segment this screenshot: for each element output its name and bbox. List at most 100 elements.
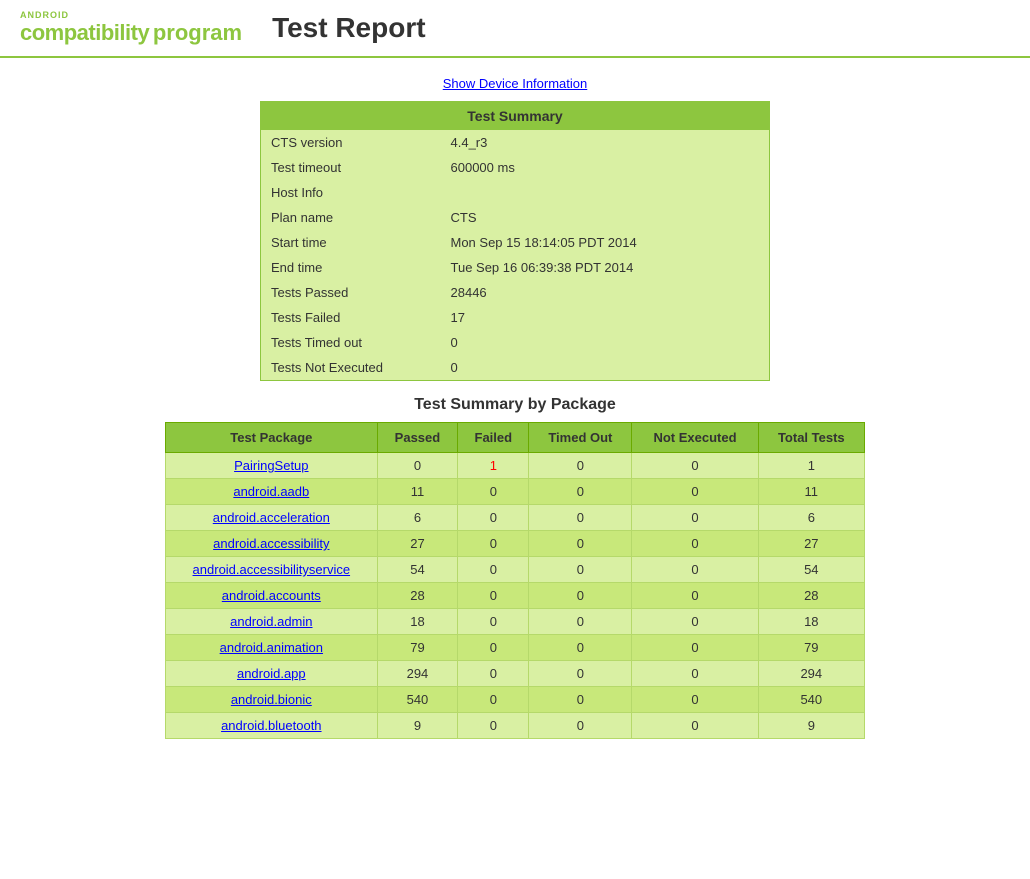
failed-cell: 0 xyxy=(458,687,529,713)
pkg-name-cell: android.acceleration xyxy=(166,505,378,531)
summary-row-label: Tests Passed xyxy=(261,280,441,305)
passed-cell: 11 xyxy=(377,479,458,505)
summary-row: End timeTue Sep 16 06:39:38 PDT 2014 xyxy=(261,255,770,280)
failed-cell: 0 xyxy=(458,635,529,661)
timedout-cell: 0 xyxy=(529,635,632,661)
pkg-name-link[interactable]: android.aadb xyxy=(233,484,309,499)
pkg-name-cell: android.aadb xyxy=(166,479,378,505)
timedout-cell: 0 xyxy=(529,479,632,505)
total-cell: 1 xyxy=(758,453,864,479)
summary-row-label: Host Info xyxy=(261,180,441,205)
pkg-name-cell: android.accessibility xyxy=(166,531,378,557)
summary-row: Tests Failed17 xyxy=(261,305,770,330)
failed-cell: 0 xyxy=(458,661,529,687)
table-row: android.app294000294 xyxy=(166,661,865,687)
failed-cell: 0 xyxy=(458,505,529,531)
summary-header-row: Test Summary xyxy=(261,102,770,131)
pkg-col-header: Passed xyxy=(377,423,458,453)
device-info-link[interactable]: Show Device Information xyxy=(443,76,588,91)
total-cell: 540 xyxy=(758,687,864,713)
total-cell: 54 xyxy=(758,557,864,583)
compatibility-label: compatibility xyxy=(20,20,149,45)
pkg-table: Test PackagePassedFailedTimed OutNot Exe… xyxy=(165,422,865,739)
total-cell: 79 xyxy=(758,635,864,661)
pkg-name-link[interactable]: PairingSetup xyxy=(234,458,308,473)
notexec-cell: 0 xyxy=(632,557,758,583)
summary-row-label: End time xyxy=(261,255,441,280)
summary-row-value: 600000 ms xyxy=(441,155,770,180)
notexec-cell: 0 xyxy=(632,531,758,557)
pkg-name-link[interactable]: android.animation xyxy=(220,640,323,655)
logo-lines: compatibility program xyxy=(20,20,242,46)
pkg-col-header: Failed xyxy=(458,423,529,453)
summary-row-value xyxy=(441,180,770,205)
timedout-cell: 0 xyxy=(529,583,632,609)
summary-row-label: Start time xyxy=(261,230,441,255)
program-label: program xyxy=(153,20,242,45)
pkg-name-link[interactable]: android.bionic xyxy=(231,692,312,707)
pkg-name-cell: android.accessibilityservice xyxy=(166,557,378,583)
pkg-name-link[interactable]: android.accounts xyxy=(222,588,321,603)
page-header: ANDROID compatibility program Test Repor… xyxy=(0,0,1030,58)
notexec-cell: 0 xyxy=(632,583,758,609)
table-row: android.acceleration60006 xyxy=(166,505,865,531)
summary-row-label: Tests Failed xyxy=(261,305,441,330)
failed-cell: 0 xyxy=(458,713,529,739)
total-cell: 27 xyxy=(758,531,864,557)
summary-row-value: 0 xyxy=(441,330,770,355)
notexec-cell: 0 xyxy=(632,479,758,505)
summary-row: Test timeout600000 ms xyxy=(261,155,770,180)
main-content: Show Device Information Test Summary CTS… xyxy=(125,58,905,749)
summary-container: Test Summary CTS version4.4_r3Test timeo… xyxy=(260,101,770,381)
pkg-header-row: Test PackagePassedFailedTimed OutNot Exe… xyxy=(166,423,865,453)
passed-cell: 540 xyxy=(377,687,458,713)
pkg-section-title: Test Summary by Package xyxy=(145,396,885,414)
pkg-name-link[interactable]: android.app xyxy=(237,666,306,681)
table-row: android.accessibility2700027 xyxy=(166,531,865,557)
summary-row-label: CTS version xyxy=(261,130,441,155)
pkg-col-header: Timed Out xyxy=(529,423,632,453)
timedout-cell: 0 xyxy=(529,661,632,687)
device-info-row: Show Device Information xyxy=(145,76,885,91)
passed-cell: 294 xyxy=(377,661,458,687)
summary-row-label: Test timeout xyxy=(261,155,441,180)
pkg-name-link[interactable]: android.acceleration xyxy=(213,510,330,525)
summary-row-value: Mon Sep 15 18:14:05 PDT 2014 xyxy=(441,230,770,255)
notexec-cell: 0 xyxy=(632,505,758,531)
android-label: ANDROID xyxy=(20,10,242,20)
failed-cell: 0 xyxy=(458,609,529,635)
table-row: android.accounts2800028 xyxy=(166,583,865,609)
pkg-name-link[interactable]: android.admin xyxy=(230,614,312,629)
pkg-name-link[interactable]: android.accessibilityservice xyxy=(193,562,351,577)
pkg-col-header: Total Tests xyxy=(758,423,864,453)
timedout-cell: 0 xyxy=(529,609,632,635)
failed-cell: 0 xyxy=(458,583,529,609)
table-row: android.bluetooth90009 xyxy=(166,713,865,739)
total-cell: 28 xyxy=(758,583,864,609)
summary-row-label: Tests Not Executed xyxy=(261,355,441,381)
summary-row: Tests Passed28446 xyxy=(261,280,770,305)
summary-row: Tests Timed out0 xyxy=(261,330,770,355)
pkg-name-cell: android.bionic xyxy=(166,687,378,713)
failed-cell: 1 xyxy=(458,453,529,479)
table-row: android.aadb1100011 xyxy=(166,479,865,505)
table-row: android.admin1800018 xyxy=(166,609,865,635)
summary-row: Plan nameCTS xyxy=(261,205,770,230)
timedout-cell: 0 xyxy=(529,557,632,583)
pkg-name-link[interactable]: android.bluetooth xyxy=(221,718,321,733)
timedout-cell: 0 xyxy=(529,505,632,531)
summary-row: CTS version4.4_r3 xyxy=(261,130,770,155)
pkg-name-link[interactable]: android.accessibility xyxy=(213,536,329,551)
table-row: PairingSetup01001 xyxy=(166,453,865,479)
pkg-table-body: PairingSetup01001android.aadb1100011andr… xyxy=(166,453,865,739)
notexec-cell: 0 xyxy=(632,687,758,713)
failed-cell: 0 xyxy=(458,479,529,505)
table-row: android.bionic540000540 xyxy=(166,687,865,713)
summary-row-label: Plan name xyxy=(261,205,441,230)
passed-cell: 27 xyxy=(377,531,458,557)
notexec-cell: 0 xyxy=(632,453,758,479)
passed-cell: 79 xyxy=(377,635,458,661)
passed-cell: 28 xyxy=(377,583,458,609)
passed-cell: 18 xyxy=(377,609,458,635)
total-cell: 9 xyxy=(758,713,864,739)
